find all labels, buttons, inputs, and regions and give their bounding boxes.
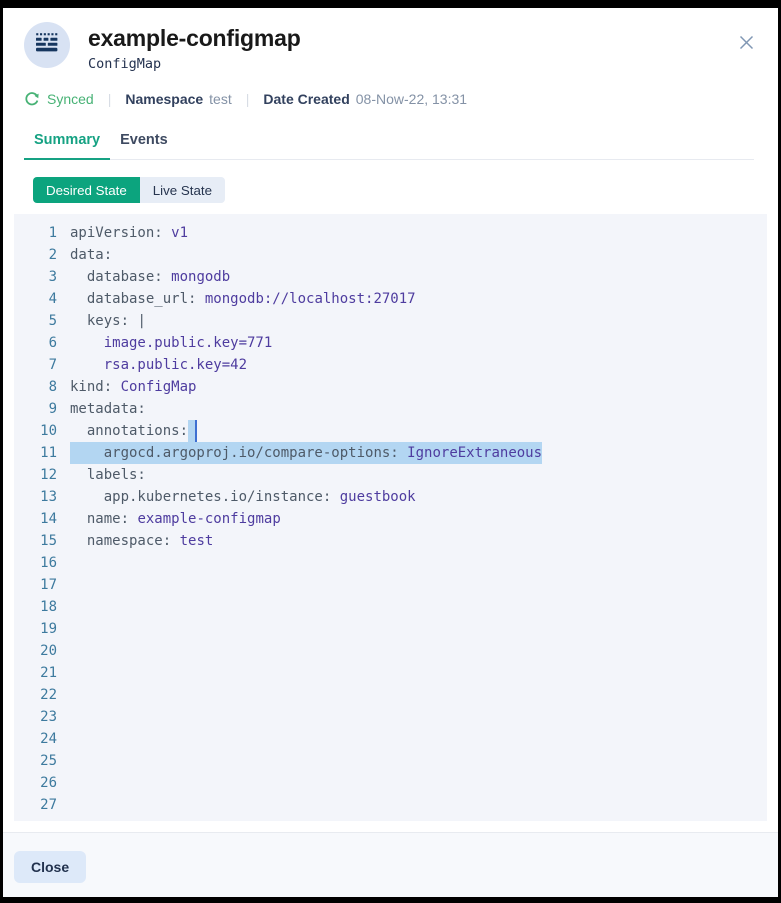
code-line: 10 annotations: (14, 420, 767, 442)
code-line: 5 keys: | (14, 310, 767, 332)
status-bar: Synced | Namespace test | Date Created 0… (24, 89, 467, 109)
tab-bar: Summary Events (24, 124, 754, 160)
divider: | (246, 91, 250, 107)
date-created-label: Date Created (263, 91, 349, 107)
line-number: 22 (14, 684, 57, 706)
code-text: database_url: mongodb://localhost:27017 (70, 288, 416, 310)
code-line: 6 image.public.key=771 (14, 332, 767, 354)
state-toggle: Desired State Live State (33, 177, 225, 203)
line-number: 11 (14, 442, 57, 464)
code-content: 1apiVersion: v12data:3 database: mongodb… (14, 222, 767, 816)
code-line: 21 (14, 662, 767, 684)
line-number: 8 (14, 376, 57, 398)
text-cursor-icon (195, 420, 197, 442)
line-number: 25 (14, 750, 57, 772)
code-text: image.public.key=771 (70, 332, 272, 354)
close-icon[interactable] (734, 30, 758, 54)
code-line: 14 name: example-configmap (14, 508, 767, 530)
configmap-icon (34, 30, 60, 60)
line-number: 4 (14, 288, 57, 310)
divider: | (108, 91, 112, 107)
code-text: database: mongodb (70, 266, 230, 288)
line-number: 23 (14, 706, 57, 728)
line-number: 26 (14, 772, 57, 794)
code-line: 18 (14, 596, 767, 618)
line-number: 3 (14, 266, 57, 288)
code-line: 19 (14, 618, 767, 640)
tab-summary[interactable]: Summary (24, 124, 110, 160)
code-line: 22 (14, 684, 767, 706)
line-number: 21 (14, 662, 57, 684)
line-number: 14 (14, 508, 57, 530)
yaml-editor[interactable]: 1apiVersion: v12data:3 database: mongodb… (14, 214, 767, 821)
code-line: 4 database_url: mongodb://localhost:2701… (14, 288, 767, 310)
code-text: annotations: (70, 420, 197, 442)
code-line: 16 (14, 552, 767, 574)
line-number: 9 (14, 398, 57, 420)
code-text: argocd.argoproj.io/compare-options: Igno… (70, 442, 542, 464)
code-line: 24 (14, 728, 767, 750)
code-text: keys: | (70, 310, 146, 332)
code-text: app.kubernetes.io/instance: guestbook (70, 486, 416, 508)
line-number: 18 (14, 596, 57, 618)
panel-header: example-configmap ConfigMap (24, 22, 301, 72)
page-title: example-configmap (88, 24, 301, 52)
code-line: 2 data: (14, 244, 767, 266)
resource-detail-panel: example-configmap ConfigMap Synced | Nam… (3, 8, 778, 897)
code-text: rsa.public.key=42 (70, 354, 247, 376)
code-text: apiVersion: v1 (70, 222, 188, 244)
line-number: 13 (14, 486, 57, 508)
code-line: 20 (14, 640, 767, 662)
code-line: 7 rsa.public.key=42 (14, 354, 767, 376)
line-number: 15 (14, 530, 57, 552)
code-line: 15 namespace: test (14, 530, 767, 552)
close-button[interactable]: Close (14, 851, 86, 883)
code-line: 8 kind: ConfigMap (14, 376, 767, 398)
line-number: 7 (14, 354, 57, 376)
header-titles: example-configmap ConfigMap (88, 22, 301, 72)
namespace-value: test (209, 91, 232, 107)
code-line: 11 argocd.argoproj.io/compare-options: I… (14, 442, 767, 464)
code-line: 12 labels: (14, 464, 767, 486)
code-line: 9 metadata: (14, 398, 767, 420)
line-number: 1 (14, 222, 57, 244)
live-state-button[interactable]: Live State (140, 177, 225, 203)
sync-icon (24, 91, 40, 107)
code-line: 17 (14, 574, 767, 596)
sync-status: Synced (24, 91, 94, 107)
desired-state-button[interactable]: Desired State (33, 177, 140, 203)
line-number: 19 (14, 618, 57, 640)
line-number: 5 (14, 310, 57, 332)
code-text: namespace: test (70, 530, 213, 552)
code-text: data: (70, 244, 112, 266)
selection-stub (188, 420, 195, 442)
code-text: labels: (70, 464, 146, 486)
code-line: 13 app.kubernetes.io/instance: guestbook (14, 486, 767, 508)
resource-kind: ConfigMap (88, 56, 301, 72)
line-number: 20 (14, 640, 57, 662)
code-text: kind: ConfigMap (70, 376, 196, 398)
line-number: 27 (14, 794, 57, 816)
code-line: 23 (14, 706, 767, 728)
line-number: 16 (14, 552, 57, 574)
panel-footer: Close (3, 832, 778, 897)
line-number: 24 (14, 728, 57, 750)
code-line: 25 (14, 750, 767, 772)
sync-status-label: Synced (47, 91, 94, 107)
line-number: 2 (14, 244, 57, 266)
line-number: 12 (14, 464, 57, 486)
code-line: 27 (14, 794, 767, 816)
tab-events[interactable]: Events (110, 124, 178, 160)
code-line: 3 database: mongodb (14, 266, 767, 288)
line-number: 10 (14, 420, 57, 442)
code-text: name: example-configmap (70, 508, 281, 530)
namespace-label: Namespace (125, 91, 203, 107)
line-number: 17 (14, 574, 57, 596)
code-line: 26 (14, 772, 767, 794)
line-number: 6 (14, 332, 57, 354)
date-created-value: 08-Now-22, 13:31 (356, 91, 467, 107)
code-line: 1 apiVersion: v1 (14, 222, 767, 244)
code-text: metadata: (70, 398, 146, 420)
resource-avatar (24, 22, 70, 68)
